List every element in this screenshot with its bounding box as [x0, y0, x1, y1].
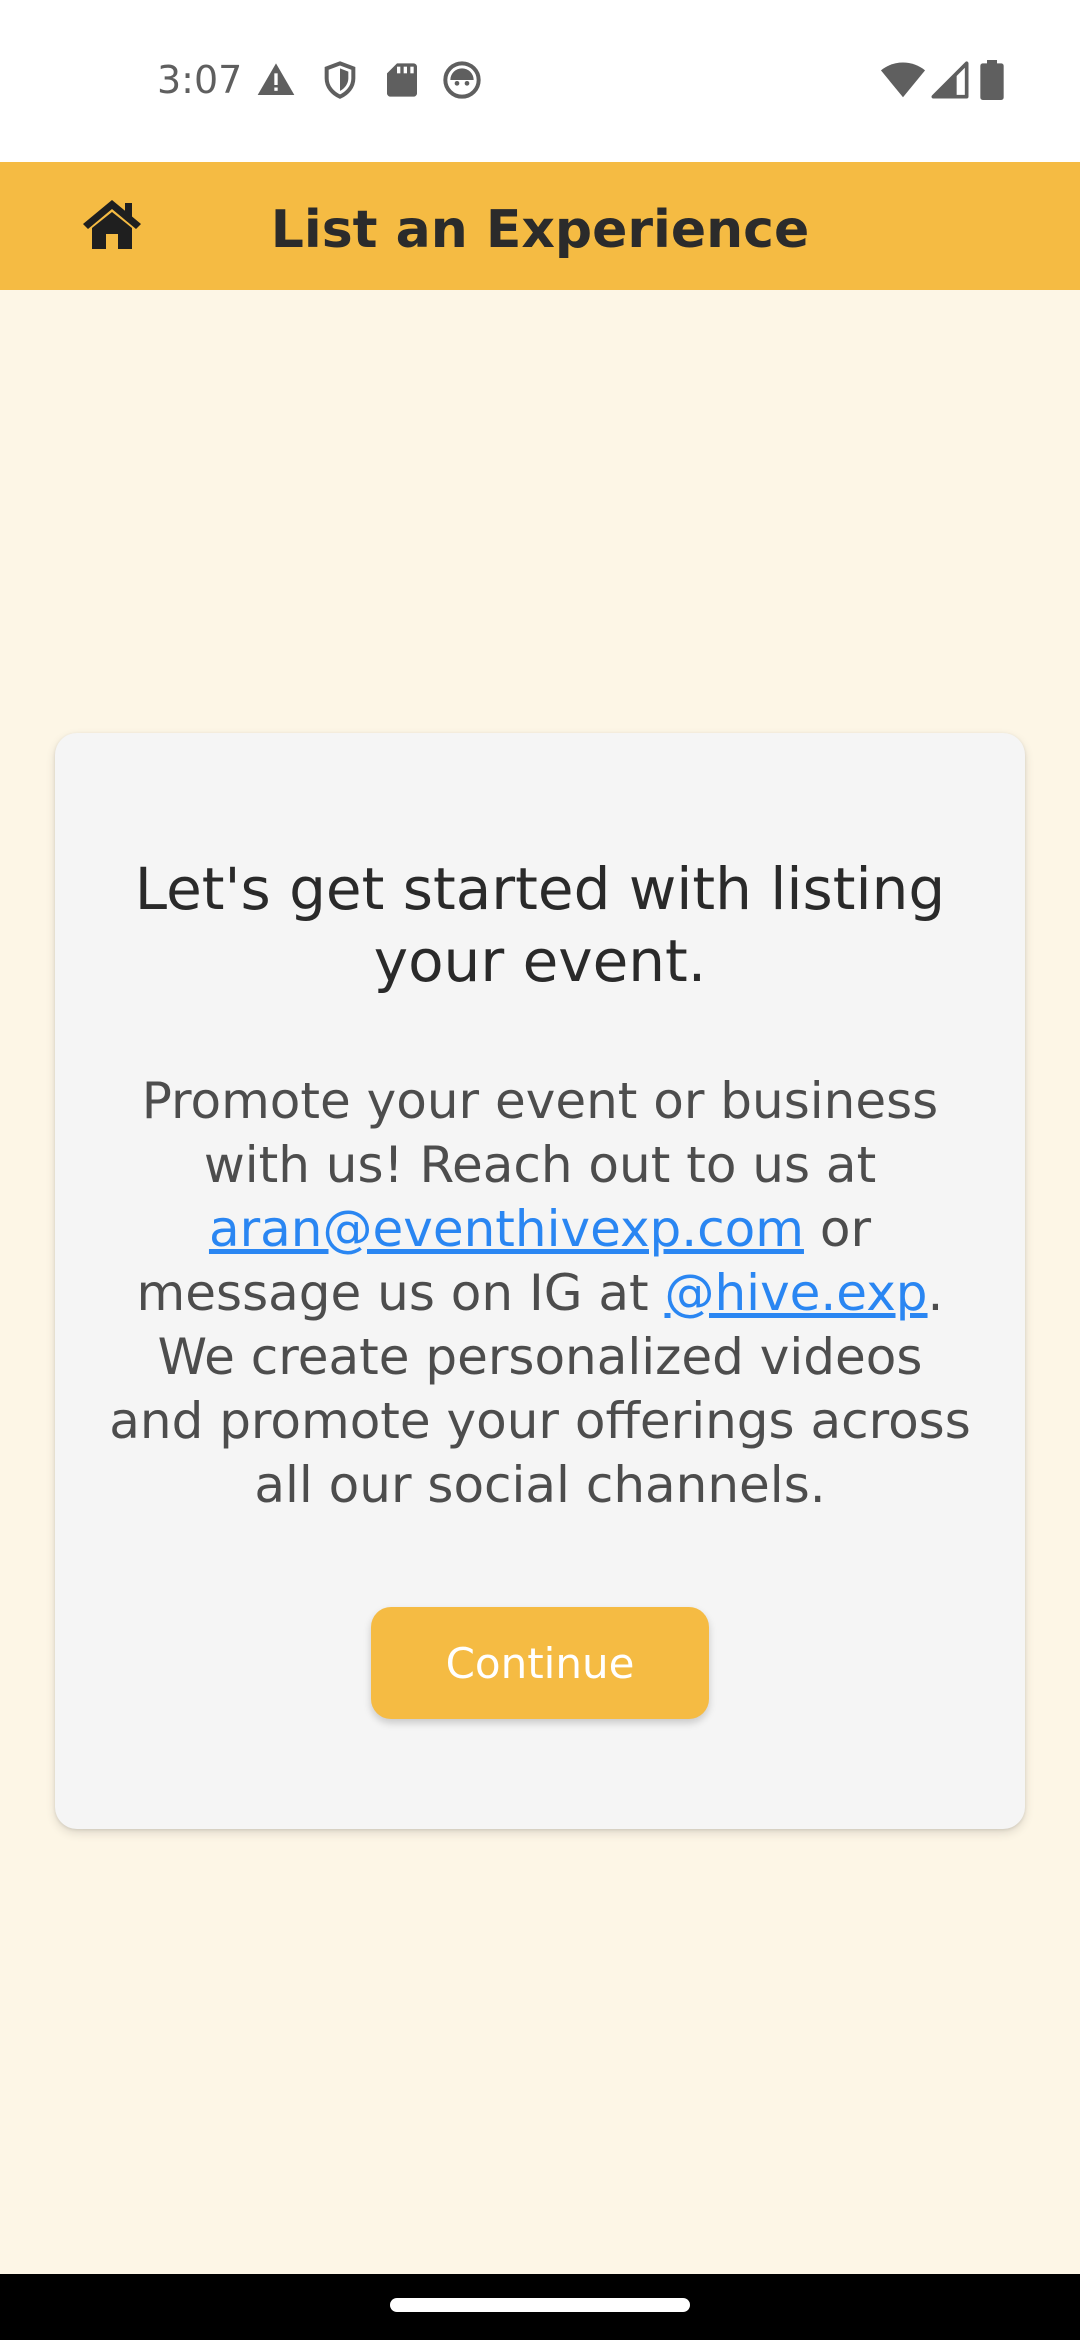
shield-icon	[320, 60, 360, 100]
status-bar: 3:07	[0, 0, 1080, 162]
cell-signal-icon	[930, 60, 970, 100]
system-nav-bar	[0, 2274, 1080, 2340]
wifi-icon	[880, 60, 926, 100]
continue-button[interactable]: Continue	[371, 1607, 709, 1719]
card-heading: Let's get started with listing your even…	[134, 855, 946, 995]
status-time: 3:07	[157, 58, 243, 102]
sd-card-icon	[382, 60, 422, 100]
body-text-part1: Promote your event or business with us! …	[141, 1072, 939, 1194]
card-body: Promote your event or business with us! …	[105, 1069, 975, 1517]
email-link[interactable]: aran@eventhivexp.com	[209, 1200, 804, 1258]
alert-icon	[256, 60, 296, 100]
robot-icon	[442, 60, 482, 100]
instagram-link[interactable]: @hive.exp	[664, 1264, 927, 1322]
listing-card: Let's get started with listing your even…	[55, 733, 1025, 1829]
battery-icon	[978, 60, 1006, 100]
page-title: List an Experience	[270, 200, 810, 260]
home-indicator[interactable]	[390, 2298, 690, 2312]
app-bar: List an Experience	[0, 162, 1080, 290]
